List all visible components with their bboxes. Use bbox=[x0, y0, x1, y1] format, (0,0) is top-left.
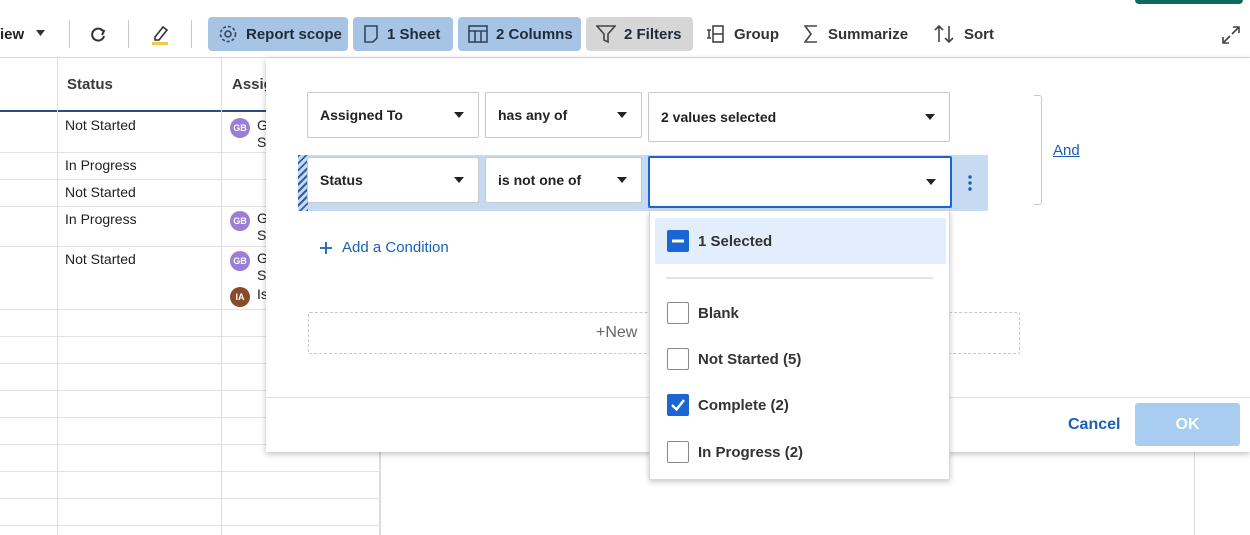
and-toggle-link[interactable]: And bbox=[1053, 142, 1080, 159]
condition2-field-select[interactable]: Status bbox=[307, 157, 479, 203]
status-cell: Not Started bbox=[65, 117, 136, 133]
option-checkbox-complete[interactable] bbox=[667, 394, 689, 416]
caret-down-icon bbox=[454, 112, 464, 118]
condition1-field-select[interactable]: Assigned To bbox=[307, 92, 479, 138]
status-cell: In Progress bbox=[65, 157, 137, 173]
filter-icon bbox=[596, 24, 616, 44]
report-scope-button[interactable]: Report scope bbox=[208, 17, 348, 51]
group-button[interactable]: Group bbox=[706, 17, 779, 51]
sort-button[interactable]: Sort bbox=[934, 17, 994, 51]
condition1-value-text: 2 values selected bbox=[661, 109, 777, 125]
sigma-icon bbox=[804, 25, 818, 43]
add-condition-button[interactable]: Add a Condition bbox=[320, 239, 449, 256]
avatar: GB bbox=[230, 118, 250, 138]
option-checkbox-in-progress[interactable] bbox=[667, 441, 689, 463]
toolbar-divider bbox=[128, 20, 129, 48]
avatar: IA bbox=[230, 287, 250, 307]
condition1-value-select[interactable]: 2 values selected bbox=[648, 92, 950, 142]
selection-summary-label: 1 Selected bbox=[698, 233, 773, 250]
condition1-operator-select[interactable]: has any of bbox=[485, 92, 642, 138]
group-label: Group bbox=[734, 25, 779, 43]
filters-button[interactable]: 2 Filters bbox=[586, 17, 693, 51]
assignee-name: S bbox=[257, 227, 267, 243]
expand-icon[interactable] bbox=[1221, 25, 1241, 45]
dropdown-divider bbox=[666, 277, 933, 279]
highlighter-icon[interactable] bbox=[150, 24, 170, 46]
caret-down-icon bbox=[925, 114, 935, 120]
condition1-field-value: Assigned To bbox=[320, 107, 403, 123]
plus-icon bbox=[320, 241, 332, 254]
filters-label: 2 Filters bbox=[624, 25, 682, 43]
caret-down-icon bbox=[617, 112, 627, 118]
sort-icon bbox=[934, 25, 954, 43]
toolbar: iew Report scope 1 Sheet 2 Columns 2 Fil… bbox=[0, 0, 1250, 58]
condition1-operator-value: has any of bbox=[498, 107, 568, 123]
caret-down-icon bbox=[926, 179, 936, 185]
refresh-icon[interactable] bbox=[89, 26, 107, 44]
status-values-dropdown: 1 Selected Blank Not Started (5) Complet… bbox=[649, 210, 950, 480]
select-all-checkbox[interactable] bbox=[667, 230, 689, 252]
option-label[interactable]: In Progress (2) bbox=[698, 444, 803, 461]
report-scope-label: Report scope bbox=[246, 25, 342, 43]
columns-label: 2 Columns bbox=[496, 25, 573, 43]
pane-divider bbox=[380, 452, 381, 535]
top-accent-bar bbox=[1135, 0, 1243, 4]
avatar: GB bbox=[230, 251, 250, 271]
column-header-status[interactable]: Status bbox=[67, 76, 113, 93]
new-label-text: New bbox=[605, 324, 638, 341]
gear-icon bbox=[218, 24, 238, 44]
caret-down-icon bbox=[617, 177, 627, 183]
add-condition-label: Add a Condition bbox=[342, 239, 449, 256]
sheet-icon bbox=[363, 24, 379, 44]
summarize-button[interactable]: Summarize bbox=[804, 17, 908, 51]
toolbar-divider bbox=[191, 20, 192, 48]
cancel-button[interactable]: Cancel bbox=[1068, 416, 1120, 434]
option-checkbox-blank[interactable] bbox=[667, 302, 689, 324]
condition2-value-select[interactable] bbox=[648, 156, 952, 208]
columns-button[interactable]: 2 Columns bbox=[458, 17, 581, 51]
columns-icon bbox=[468, 25, 488, 43]
condition2-operator-value: is not one of bbox=[498, 172, 582, 188]
summarize-label: Summarize bbox=[828, 25, 909, 43]
sheets-button[interactable]: 1 Sheet bbox=[353, 17, 453, 51]
option-label[interactable]: Blank bbox=[698, 305, 739, 322]
logic-bracket bbox=[1034, 95, 1042, 205]
pane-divider bbox=[1194, 452, 1195, 535]
condition2-field-value: Status bbox=[320, 172, 363, 188]
option-label[interactable]: Not Started (5) bbox=[698, 351, 801, 368]
table-row[interactable] bbox=[0, 499, 380, 526]
table-row[interactable] bbox=[0, 472, 380, 499]
avatar: GB bbox=[230, 211, 250, 231]
assignee-name: S bbox=[257, 134, 267, 150]
view-caret-icon[interactable] bbox=[36, 30, 45, 36]
new-group-label[interactable]: +New bbox=[596, 324, 637, 342]
assignee-name: S bbox=[257, 267, 267, 283]
condition2-operator-select[interactable]: is not one of bbox=[485, 157, 642, 203]
status-cell: In Progress bbox=[65, 211, 137, 227]
option-checkbox-not-started[interactable] bbox=[667, 348, 689, 370]
caret-down-icon bbox=[454, 177, 464, 183]
status-cell: Not Started bbox=[65, 251, 136, 267]
status-cell: Not Started bbox=[65, 184, 136, 200]
ok-button[interactable]: OK bbox=[1135, 403, 1240, 446]
option-label[interactable]: Complete (2) bbox=[698, 397, 789, 414]
view-menu-label[interactable]: iew bbox=[0, 26, 24, 44]
more-options-icon[interactable] bbox=[968, 175, 972, 191]
sort-label: Sort bbox=[964, 25, 994, 43]
toolbar-divider bbox=[69, 20, 70, 48]
sheets-label: 1 Sheet bbox=[387, 25, 441, 43]
group-icon bbox=[706, 25, 724, 43]
